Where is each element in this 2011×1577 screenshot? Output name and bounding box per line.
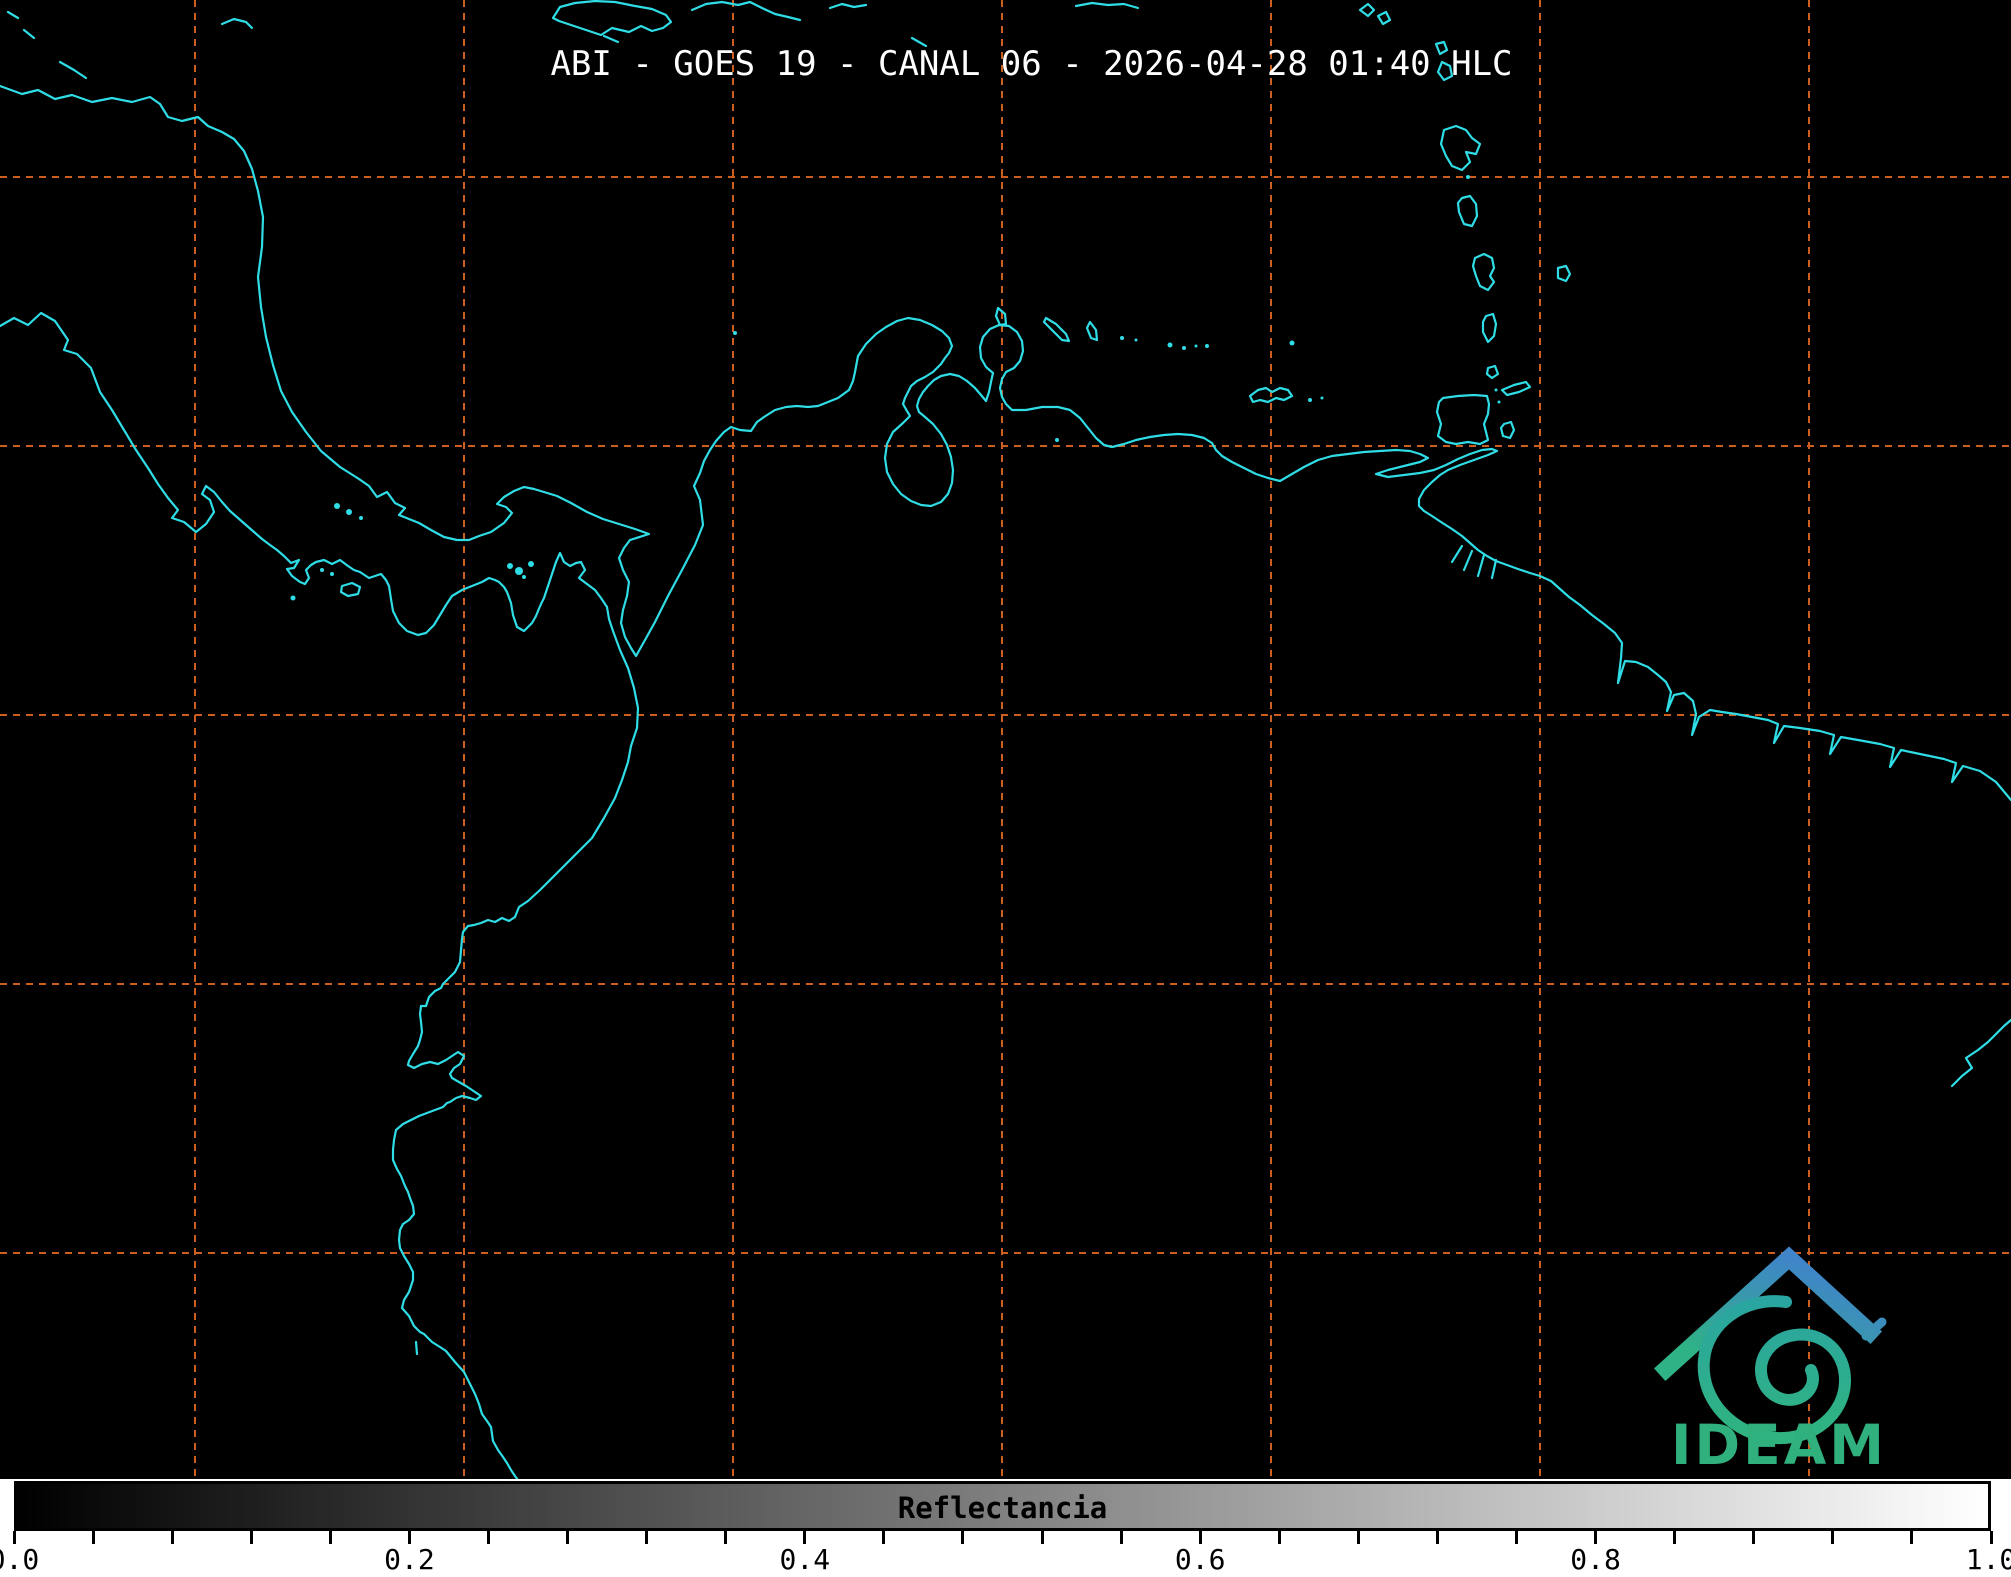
colorbar-tick-label: 0.6 [1174, 1543, 1226, 1576]
colorbar-tick [170, 1531, 174, 1544]
colorbar-tick [1673, 1531, 1677, 1544]
image-title: ABI - GOES 19 - CANAL 06 - 2026-04-28 01… [550, 44, 1513, 84]
colorbar-tick [1277, 1531, 1281, 1544]
colorbar-tick [1119, 1531, 1123, 1544]
colorbar-tick [328, 1531, 332, 1544]
colorbar-tick [1356, 1531, 1360, 1544]
colorbar-tick [882, 1531, 886, 1544]
map-background [0, 0, 2011, 1479]
colorbar-tick [249, 1531, 253, 1544]
colorbar-tick [486, 1531, 490, 1544]
colorbar-tick [961, 1531, 965, 1544]
colorbar-tick [1435, 1531, 1439, 1544]
satellite-image-view: IDEAM ABI - GOES 19 - CANAL 06 - 2026-04… [0, 0, 2011, 1577]
colorbar-tick [1910, 1531, 1914, 1544]
colorbar-tick-label: 0.4 [779, 1543, 831, 1576]
colorbar-tick-label: 1.0 [1965, 1543, 2011, 1576]
colorbar-tick [1752, 1531, 1756, 1544]
colorbar-tick [1040, 1531, 1044, 1544]
colorbar-tick-label: 0.0 [0, 1543, 40, 1576]
colorbar: Reflectancia 0.0 0.2 0.4 0.6 0.8 1.0 [0, 1479, 2011, 1577]
coastline-islet-ecuador [414, 1340, 419, 1356]
colorbar-tick [1515, 1531, 1519, 1544]
colorbar-tick [1831, 1531, 1835, 1544]
map-canvas: IDEAM [0, 0, 2011, 1479]
colorbar-label: Reflectancia [897, 1491, 1108, 1525]
colorbar-tick [724, 1531, 728, 1544]
colorbar-tick [645, 1531, 649, 1544]
colorbar-tick-label: 0.8 [1570, 1543, 1621, 1576]
logo-text: IDEAM [1671, 1413, 1887, 1477]
colorbar-tick-label: 0.2 [384, 1543, 435, 1576]
colorbar-tick [91, 1531, 95, 1544]
colorbar-tick [566, 1531, 570, 1544]
